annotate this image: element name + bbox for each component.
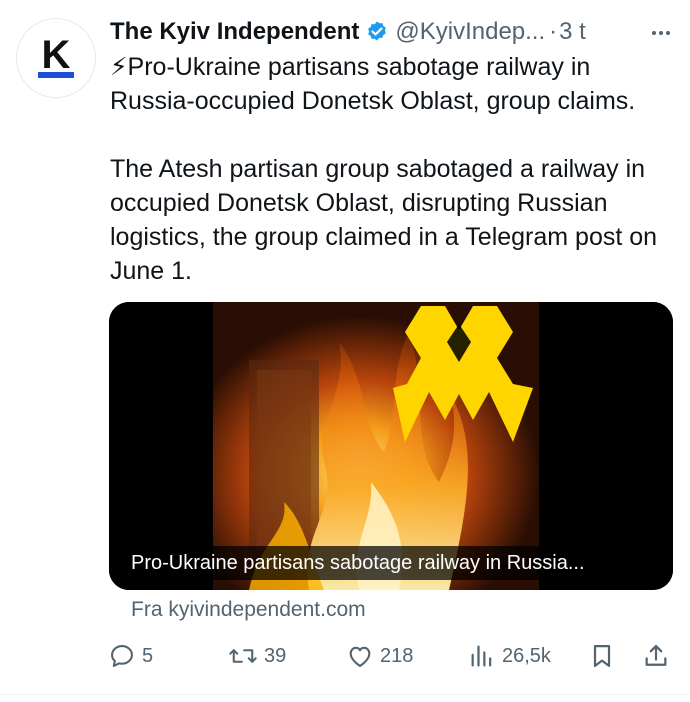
share-icon — [642, 642, 670, 670]
tweet-headline: ⚡Pro-Ukraine partisans sabotage railway … — [110, 53, 636, 115]
views-icon — [468, 642, 496, 670]
kyiv-independent-logo: K — [38, 33, 74, 78]
like-button[interactable]: 218 — [346, 638, 413, 674]
timestamp[interactable]: 3 t — [559, 18, 586, 46]
more-icon[interactable] — [646, 18, 676, 48]
repost-count: 39 — [264, 644, 287, 667]
handle[interactable]: @KyivIndep... — [395, 18, 545, 46]
card-caption[interactable]: Pro-Ukraine partisans sabotage railway i… — [121, 546, 595, 580]
card-source[interactable]: Fra kyivindependent.com — [131, 598, 366, 622]
separator: · — [549, 18, 558, 45]
avatar-letter: K — [42, 33, 71, 77]
action-bar: 5 39 218 26,5k — [108, 638, 674, 674]
repost-button[interactable]: 39 — [228, 638, 286, 674]
share-button[interactable] — [642, 638, 670, 674]
views-count: 26,5k — [502, 644, 551, 667]
verified-badge-icon[interactable] — [365, 20, 389, 44]
like-count: 218 — [380, 644, 414, 667]
avatar[interactable]: K — [16, 18, 96, 98]
bookmark-icon — [588, 642, 616, 670]
tweet-text: ⚡Pro-Ukraine partisans sabotage railway … — [110, 50, 680, 288]
reply-icon — [108, 642, 136, 670]
display-name[interactable]: The Kyiv Independent — [110, 18, 359, 46]
reply-button[interactable]: 5 — [108, 638, 153, 674]
divider — [0, 694, 690, 695]
tweet-header: The Kyiv Independent @KyivIndep... · 3 t — [110, 14, 676, 50]
repost-icon — [228, 642, 258, 670]
tweet-body: The Atesh partisan group sabotaged a rai… — [110, 155, 658, 285]
link-card[interactable]: Pro-Ukraine partisans sabotage railway i… — [109, 302, 673, 590]
like-icon — [346, 642, 374, 670]
reply-count: 5 — [142, 644, 154, 667]
bookmark-button[interactable] — [588, 638, 616, 674]
views-button[interactable]: 26,5k — [468, 638, 551, 674]
